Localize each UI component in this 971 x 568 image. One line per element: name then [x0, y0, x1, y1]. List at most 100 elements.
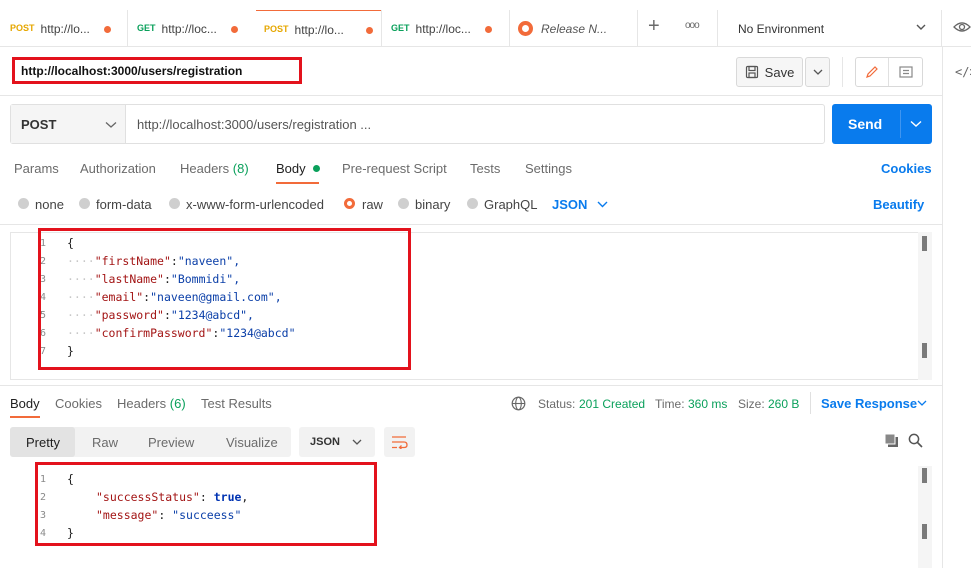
- environment-selector[interactable]: No Environment: [738, 22, 824, 36]
- response-tab-headers[interactable]: Headers (6): [117, 396, 186, 411]
- release-notes-tab[interactable]: Release N...: [518, 10, 633, 47]
- chevron-down-icon[interactable]: [915, 20, 927, 35]
- view-pretty[interactable]: Pretty: [26, 435, 60, 450]
- documentation-icon[interactable]: [889, 58, 922, 86]
- copy-icon[interactable]: [884, 433, 899, 448]
- save-options-button[interactable]: [805, 57, 830, 87]
- chevron-down-icon[interactable]: [910, 120, 922, 128]
- tab-url: http://loc...: [415, 22, 471, 36]
- tab-url: http://lo...: [40, 22, 90, 36]
- tab-tests[interactable]: Tests: [470, 161, 500, 176]
- request-body-highlight: [38, 228, 411, 370]
- request-tab-2[interactable]: GET http://loc...: [137, 10, 252, 47]
- divider: [900, 110, 901, 138]
- tab-divider: [381, 10, 382, 47]
- edit-pencil-icon[interactable]: [856, 58, 889, 86]
- request-name[interactable]: http://localhost:3000/users/registration: [21, 64, 242, 78]
- search-icon[interactable]: [908, 433, 923, 448]
- save-button[interactable]: Save: [736, 57, 803, 87]
- right-panel-divider: [942, 47, 943, 568]
- save-label: Save: [764, 64, 795, 80]
- response-body-highlight: [35, 462, 377, 546]
- method-label: POST: [10, 23, 35, 33]
- chevron-down-icon[interactable]: [597, 201, 608, 208]
- radio-form-data[interactable]: [79, 198, 90, 209]
- new-tab-plus-icon[interactable]: +: [648, 16, 660, 36]
- status-value[interactable]: 201 Created: [579, 397, 645, 411]
- code-snippet-icon[interactable]: </>: [955, 65, 971, 79]
- method-label: GET: [391, 23, 410, 33]
- size-label: Size:: [738, 397, 765, 411]
- tab-settings[interactable]: Settings: [525, 161, 572, 176]
- tab-headers[interactable]: Headers (8): [180, 161, 249, 176]
- radio-graphql[interactable]: [467, 198, 478, 209]
- tab-divider: [941, 10, 942, 47]
- tab-authorization[interactable]: Authorization: [80, 161, 156, 176]
- wrap-lines-icon: [392, 436, 408, 449]
- save-response-button[interactable]: Save Response: [821, 396, 917, 411]
- response-tab-test-results[interactable]: Test Results: [201, 396, 272, 411]
- request-tab-4[interactable]: GET http://loc...: [391, 10, 506, 47]
- radio-none[interactable]: [18, 198, 29, 209]
- chevron-down-icon: [352, 439, 362, 445]
- radio-raw[interactable]: [344, 198, 355, 209]
- tab-url: http://loc...: [161, 22, 217, 36]
- editor-scrollbar[interactable]: [918, 232, 932, 380]
- chevron-down-icon: [813, 69, 822, 75]
- radio-raw-label: raw: [362, 197, 383, 212]
- method-label: GET: [137, 23, 156, 33]
- response-scrollbar[interactable]: [918, 466, 932, 568]
- radio-none-label: none: [35, 197, 64, 212]
- status-label: Status:: [538, 397, 576, 411]
- radio-urlencoded[interactable]: [169, 198, 180, 209]
- view-preview[interactable]: Preview: [148, 435, 194, 450]
- tab-divider: [717, 10, 718, 47]
- send-button[interactable]: Send: [832, 104, 932, 144]
- more-tabs-icon[interactable]: ooo: [685, 20, 700, 31]
- edit-docs-group: [855, 57, 923, 87]
- method-label: POST: [264, 24, 289, 34]
- cookies-link[interactable]: Cookies: [881, 161, 932, 176]
- body-active-dot-icon: [313, 165, 321, 172]
- tab-body[interactable]: Body: [276, 161, 321, 176]
- send-label: Send: [848, 116, 883, 132]
- postman-logo-icon: [518, 21, 533, 36]
- request-tab-3-active[interactable]: POST http://lo...: [256, 10, 381, 47]
- format-label: JSON: [310, 436, 340, 448]
- request-tab-1[interactable]: POST http://lo...: [10, 10, 122, 47]
- response-format-selector[interactable]: JSON: [299, 427, 375, 457]
- tab-body-label: Body: [276, 161, 306, 176]
- unsaved-dot-icon: [366, 27, 373, 34]
- method-label: POST: [21, 116, 57, 132]
- unsaved-dot-icon: [485, 26, 492, 33]
- tab-divider: [127, 10, 128, 47]
- chevron-down-icon: [105, 122, 117, 128]
- save-icon: [745, 65, 758, 79]
- view-visualize[interactable]: Visualize: [226, 435, 278, 450]
- divider: [810, 392, 811, 414]
- divider: [0, 224, 942, 225]
- tab-prerequest-script[interactable]: Pre-request Script: [342, 161, 447, 176]
- radio-urlencoded-label: x-www-form-urlencoded: [186, 197, 324, 212]
- tab-params[interactable]: Params: [14, 161, 59, 176]
- language-selector[interactable]: JSON: [552, 197, 587, 212]
- url-bar: POST http://localhost:3000/users/registr…: [10, 104, 825, 144]
- time-value[interactable]: 360 ms: [688, 397, 727, 411]
- response-tab-body[interactable]: Body: [10, 396, 40, 411]
- tab-url: http://lo...: [294, 23, 344, 37]
- size-value[interactable]: 260 B: [768, 397, 799, 411]
- radio-graphql-label: GraphQL: [484, 197, 538, 212]
- chevron-down-icon[interactable]: [917, 400, 927, 407]
- wrap-lines-button[interactable]: [384, 427, 415, 457]
- tab-divider: [509, 10, 510, 47]
- active-tab-underline: [10, 416, 40, 418]
- beautify-link[interactable]: Beautify: [873, 197, 924, 212]
- tab-bar: POST http://lo... GET http://loc... POST…: [0, 0, 971, 47]
- headers-count: (8): [232, 161, 249, 176]
- url-input[interactable]: http://localhost:3000/users/registration…: [137, 117, 371, 132]
- radio-binary[interactable]: [398, 198, 409, 209]
- response-tab-cookies[interactable]: Cookies: [55, 396, 102, 411]
- view-raw[interactable]: Raw: [92, 435, 118, 450]
- method-selector[interactable]: POST: [11, 105, 126, 143]
- eye-icon[interactable]: [953, 20, 971, 37]
